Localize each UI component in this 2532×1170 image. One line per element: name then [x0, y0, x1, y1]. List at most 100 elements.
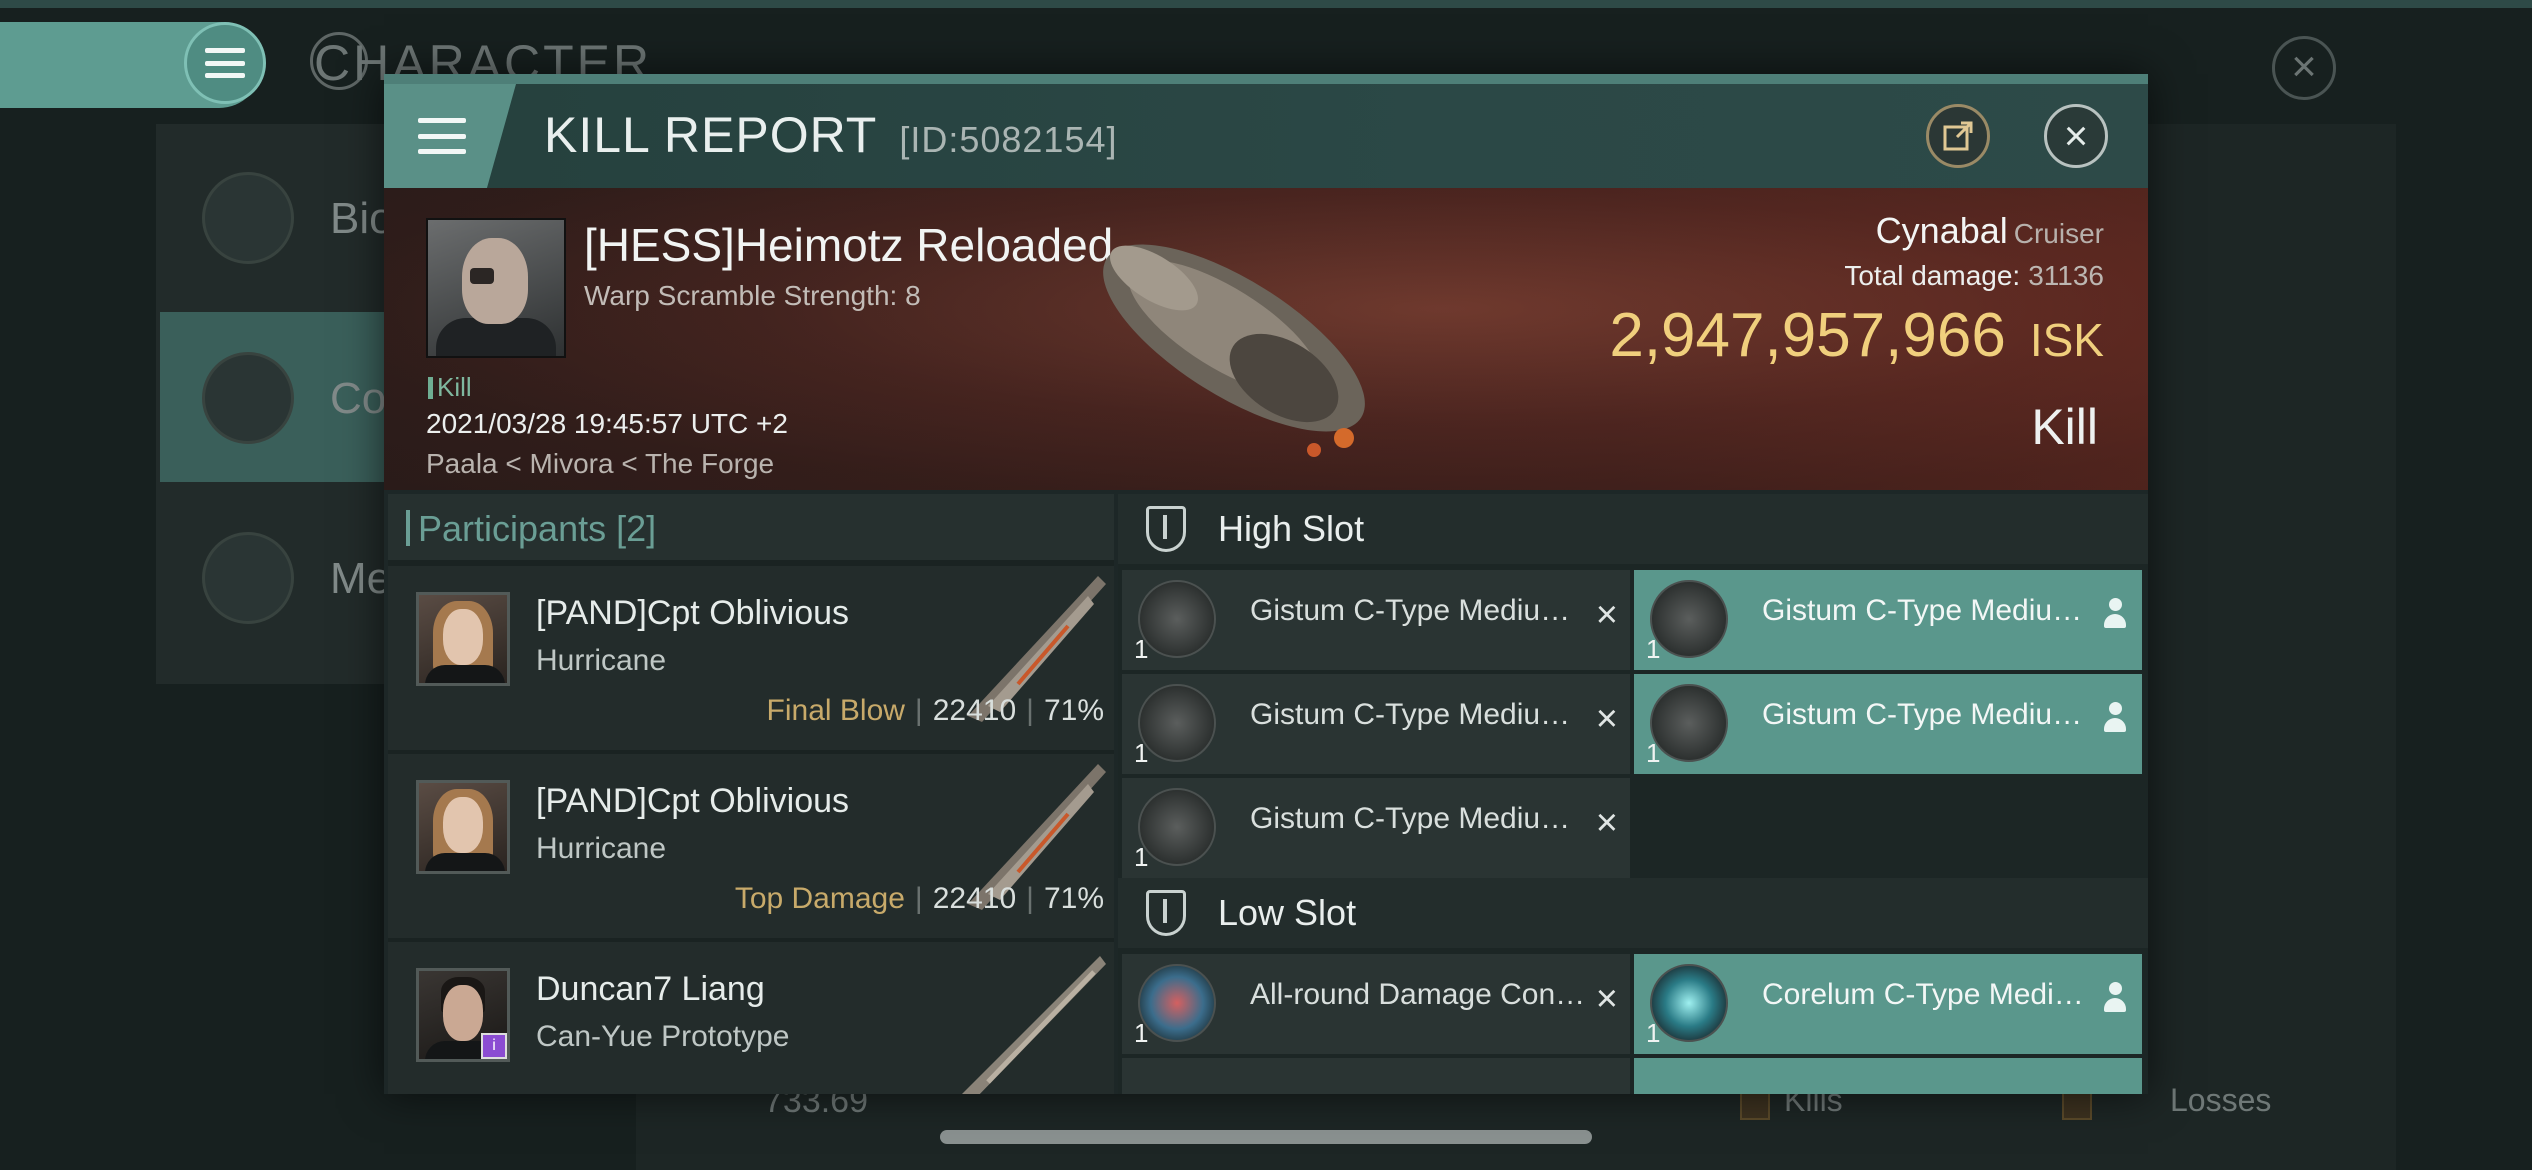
- module-quantity: 1: [1134, 842, 1149, 872]
- participant-row[interactable]: [PAND]Cpt Oblivious Hurricane Top Damage…: [388, 754, 1114, 938]
- module-item[interactable]: 1 Gistum C-Type Medium... ×: [1122, 674, 1630, 774]
- module-item[interactable]: 1 Gistum C-Type Medium... ×: [1122, 570, 1630, 670]
- hamburger-icon: [205, 48, 245, 78]
- participant-stats: Final Blow | 22410 | 71%: [766, 694, 1104, 727]
- participant-name: [PAND]Cpt Oblivious: [536, 594, 850, 632]
- turret-icon: [1138, 580, 1216, 658]
- victim-portrait[interactable]: [426, 218, 566, 358]
- avatar[interactable]: [416, 592, 510, 686]
- warp-scramble-strength: Warp Scramble Strength: 8: [584, 280, 921, 311]
- participant-name: [PAND]Cpt Oblivious: [536, 782, 850, 820]
- victim-ship-class: Cruiser: [2013, 218, 2104, 249]
- low-slot-label: Low Slot: [1218, 892, 1357, 933]
- total-damage: Total damage: 31136: [1844, 260, 2104, 292]
- high-slot-header: High Slot: [1118, 494, 2148, 564]
- participant-row[interactable]: [PAND]Cpt Oblivious Hurricane Final Blow…: [388, 566, 1114, 750]
- losses-label: Losses: [2170, 1082, 2272, 1118]
- module-name: Gistum C-Type Medium...: [1250, 594, 1580, 627]
- participant-percent: 71%: [1043, 694, 1104, 727]
- participants-count: [2]: [616, 508, 657, 549]
- module-name: Gistum C-Type Medium...: [1250, 698, 1580, 731]
- low-slot-icon: [1146, 890, 1186, 936]
- kills-checkbox[interactable]: [1740, 1090, 1770, 1120]
- participant-damage: 22410: [932, 694, 1017, 727]
- isk-amount: 2,947,957,966: [1609, 301, 2006, 370]
- participant-ship-render: [962, 956, 1106, 1094]
- participant-ship: Hurricane: [536, 832, 667, 865]
- module-item[interactable]: 1 Gistum C-Type Medium...: [1634, 570, 2142, 670]
- participant-damage: 22410: [932, 882, 1017, 915]
- victim-ship[interactable]: Cynabal Cruiser: [1876, 210, 2104, 252]
- module-item[interactable]: 1 All-round Damage Control ×: [1122, 954, 1630, 1054]
- kill-tag: Kill: [428, 372, 472, 403]
- modal-title: KILL REPORT [ID:5082154]: [544, 106, 1118, 164]
- module-name: Gistum C-Type Medium...: [1250, 802, 1580, 835]
- total-damage-label: Total damage:: [1844, 260, 2021, 291]
- avatar[interactable]: i: [416, 968, 510, 1062]
- isk-value: 2,947,957,966 ISK: [1609, 300, 2104, 371]
- kill-location: Paala < Mivora < The Forge: [426, 448, 775, 479]
- module-item[interactable]: 1 Gistum C-Type Medium... ×: [1122, 778, 1630, 878]
- hamburger-icon: [418, 118, 466, 154]
- external-link-icon-graphic: [1943, 121, 1973, 151]
- isk-unit: ISK: [2029, 314, 2104, 366]
- module-name: Gistum C-Type Medium...: [1762, 698, 2092, 731]
- turret-icon: [1650, 684, 1728, 762]
- close-icon[interactable]: ×: [2044, 104, 2108, 168]
- final-blow-label: Final Blow: [766, 694, 905, 727]
- report-id: [ID:5082154]: [899, 119, 1118, 160]
- modal-menu-button[interactable]: [384, 84, 516, 188]
- bio-icon: [202, 172, 294, 264]
- total-damage-value: 31136: [2028, 260, 2104, 291]
- star-icon: [202, 532, 294, 624]
- module-item[interactable]: 1 Corelum C-Type Medium...: [1634, 954, 2142, 1054]
- module-quantity: 1: [1134, 634, 1149, 664]
- swords-icon: [202, 352, 294, 444]
- top-damage-label: Top Damage: [734, 882, 905, 915]
- participant-stats: Top Damage | 22410 | 71%: [734, 882, 1104, 915]
- modal-top-border: [384, 74, 2148, 84]
- module-item-partial[interactable]: [1634, 1058, 2142, 1094]
- modal-header: KILL REPORT [ID:5082154] ×: [384, 84, 2148, 188]
- participant-row[interactable]: i Duncan7 Liang Can-Yue Prototype: [388, 942, 1114, 1094]
- victim-banner: [HESS]Heimotz Reloaded Warp Scramble Str…: [384, 188, 2148, 490]
- module-quantity: 1: [1134, 738, 1149, 768]
- sidebar-item-label: Co: [330, 374, 387, 423]
- participants-header: Participants [2]: [388, 494, 1114, 560]
- main-menu-button[interactable]: [184, 22, 266, 104]
- high-slot-label: High Slot: [1218, 508, 1365, 549]
- victim-ship-name: Cynabal: [1875, 210, 2008, 251]
- module-name: Gistum C-Type Medium...: [1762, 594, 2092, 627]
- avatar[interactable]: [416, 780, 510, 874]
- victim-name[interactable]: [HESS]Heimotz Reloaded: [584, 218, 1113, 272]
- person-icon: [2104, 702, 2126, 736]
- x-icon: ×: [1595, 698, 1618, 740]
- module-name: Corelum C-Type Medium...: [1762, 978, 2092, 1011]
- module-item[interactable]: 1 Gistum C-Type Medium...: [1634, 674, 2142, 774]
- x-icon: ×: [1595, 802, 1618, 844]
- turret-icon: [1138, 788, 1216, 866]
- x-icon: ×: [1595, 978, 1618, 1020]
- sidebar-item-label: Me: [330, 554, 392, 603]
- module-name: All-round Damage Control: [1250, 978, 1590, 1011]
- top-strip: [0, 0, 2532, 8]
- result-label: Kill: [2031, 399, 2098, 455]
- module-item-partial[interactable]: [1122, 1058, 1630, 1094]
- close-icon[interactable]: ×: [2272, 36, 2336, 100]
- turret-icon: [1138, 684, 1216, 762]
- module-quantity: 1: [1646, 634, 1661, 664]
- ship-render[interactable]: [1044, 188, 1424, 490]
- person-icon: [2104, 598, 2126, 632]
- losses-checkbox[interactable]: [2062, 1090, 2092, 1120]
- module-quantity: 1: [1646, 1018, 1661, 1048]
- x-icon: ×: [1595, 594, 1618, 636]
- participant-ship: Can-Yue Prototype: [536, 1020, 790, 1053]
- participant-ship: Hurricane: [536, 644, 667, 677]
- low-slot-header: Low Slot: [1118, 878, 2148, 948]
- fitting-panel: High Slot 1 Gistum C-Type Medium... × 1 …: [1118, 494, 2148, 1094]
- participant-name: Duncan7 Liang: [536, 970, 765, 1008]
- magnetic-field-stabilizer-icon: [1650, 964, 1728, 1042]
- person-icon: [2104, 982, 2126, 1016]
- home-indicator[interactable]: [940, 1130, 1592, 1144]
- external-link-icon[interactable]: [1926, 104, 1990, 168]
